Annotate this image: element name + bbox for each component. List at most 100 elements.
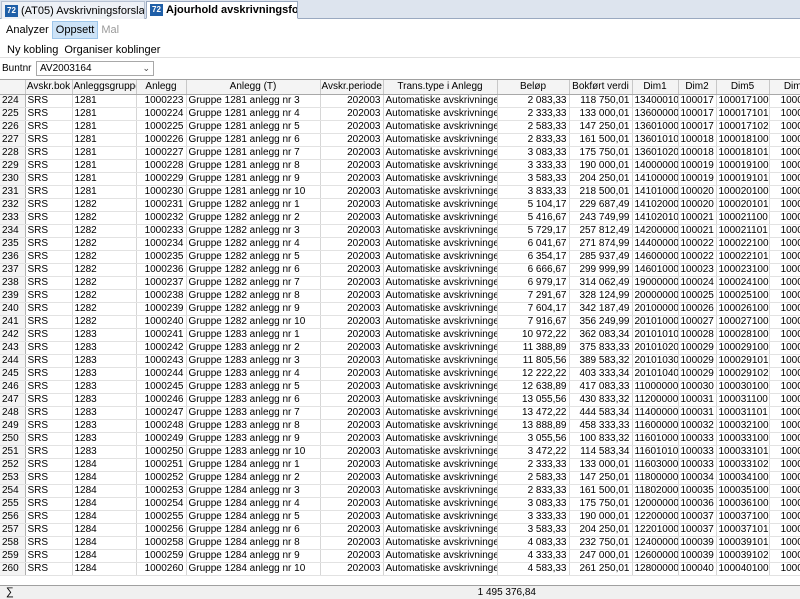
- menu-oppsett[interactable]: Oppsett: [51, 21, 99, 39]
- anlegg-t-cell[interactable]: Gruppe 1283 anlegg nr 7: [186, 406, 321, 420]
- anlegg-cell[interactable]: 1000229: [136, 172, 187, 186]
- belop-cell[interactable]: 2 333,33: [497, 107, 570, 121]
- avskr-bok-cell[interactable]: SRS: [25, 263, 73, 277]
- table-row[interactable]: 230 SRS 1281 1000229 Gruppe 1281 anlegg nr 9…: [0, 172, 800, 186]
- anleggsgruppe-cell[interactable]: 1281: [72, 133, 137, 147]
- avskr-periode-cell[interactable]: 202003: [320, 393, 384, 407]
- row-number[interactable]: 232: [0, 198, 26, 212]
- anlegg-t-cell[interactable]: Gruppe 1282 anlegg nr 2: [186, 211, 321, 225]
- bokfort-verdi-cell[interactable]: 417 083,33: [569, 380, 633, 394]
- anlegg-t-cell[interactable]: Gruppe 1283 anlegg nr 8: [186, 419, 321, 433]
- anlegg-t-cell[interactable]: Gruppe 1284 anlegg nr 6: [186, 523, 321, 537]
- avskr-bok-cell[interactable]: SRS: [25, 159, 73, 173]
- table-row[interactable]: 251 SRS 1283 1000250 Gruppe 1283 anlegg nr 1…: [0, 445, 800, 459]
- dim5-cell[interactable]: 100033100: [716, 432, 770, 446]
- dim2-cell[interactable]: 100021: [678, 211, 717, 225]
- table-row[interactable]: 228 SRS 1281 1000227 Gruppe 1281 anlegg nr 7…: [0, 146, 800, 160]
- anleggsgruppe-cell[interactable]: 1281: [72, 120, 137, 134]
- belop-cell[interactable]: 6 354,17: [497, 250, 570, 264]
- dim6-cell[interactable]: 1000245: [769, 380, 800, 394]
- dim5-cell[interactable]: 100024100: [716, 276, 770, 290]
- avskr-bok-cell[interactable]: SRS: [25, 445, 73, 459]
- dim1-cell[interactable]: 11603000: [632, 458, 679, 472]
- dim2-cell[interactable]: 100028: [678, 328, 717, 342]
- trans-type-cell[interactable]: Automatiske avskrivninger: [383, 445, 498, 459]
- dim6-cell[interactable]: 1000254: [769, 497, 800, 511]
- table-row[interactable]: 236 SRS 1282 1000235 Gruppe 1282 anlegg nr 5…: [0, 250, 800, 264]
- anlegg-cell[interactable]: 1000253: [136, 484, 187, 498]
- anlegg-t-cell[interactable]: Gruppe 1281 anlegg nr 7: [186, 146, 321, 160]
- row-number[interactable]: 243: [0, 341, 26, 355]
- avskr-periode-cell[interactable]: 202003: [320, 471, 384, 485]
- anlegg-t-cell[interactable]: Gruppe 1282 anlegg nr 10: [186, 315, 321, 329]
- dim6-cell[interactable]: 1000238: [769, 289, 800, 303]
- trans-type-cell[interactable]: Automatiske avskrivninger: [383, 328, 498, 342]
- belop-cell[interactable]: 2 833,33: [497, 133, 570, 147]
- anlegg-t-cell[interactable]: Gruppe 1283 anlegg nr 9: [186, 432, 321, 446]
- avskr-bok-cell[interactable]: SRS: [25, 367, 73, 381]
- dim6-cell[interactable]: 1000256: [769, 523, 800, 537]
- bokfort-verdi-cell[interactable]: 299 999,99: [569, 263, 633, 277]
- dim1-cell[interactable]: 20101020: [632, 341, 679, 355]
- trans-type-cell[interactable]: Automatiske avskrivninger: [383, 341, 498, 355]
- dim2-cell[interactable]: 100019: [678, 172, 717, 186]
- trans-type-cell[interactable]: Automatiske avskrivninger: [383, 276, 498, 290]
- dim2-cell[interactable]: 100036: [678, 497, 717, 511]
- row-number[interactable]: 247: [0, 393, 26, 407]
- bokfort-verdi-cell[interactable]: 271 874,99: [569, 237, 633, 251]
- bokfort-verdi-cell[interactable]: 204 250,01: [569, 172, 633, 186]
- dim2-cell[interactable]: 100033: [678, 432, 717, 446]
- anleggsgruppe-cell[interactable]: 1282: [72, 237, 137, 251]
- anleggsgruppe-cell[interactable]: 1283: [72, 393, 137, 407]
- bokfort-verdi-cell[interactable]: 243 749,99: [569, 211, 633, 225]
- belop-cell[interactable]: 12 638,89: [497, 380, 570, 394]
- avskr-periode-cell[interactable]: 202003: [320, 250, 384, 264]
- dim2-cell[interactable]: 100017: [678, 94, 717, 108]
- dim6-cell[interactable]: 1000228: [769, 159, 800, 173]
- trans-type-cell[interactable]: Automatiske avskrivninger: [383, 523, 498, 537]
- belop-cell[interactable]: 13 888,89: [497, 419, 570, 433]
- trans-type-cell[interactable]: Automatiske avskrivninger: [383, 419, 498, 433]
- dim6-cell[interactable]: 1000260: [769, 562, 800, 576]
- dim6-cell[interactable]: 1000235: [769, 250, 800, 264]
- bokfort-verdi-cell[interactable]: 328 124,99: [569, 289, 633, 303]
- table-row[interactable]: 250 SRS 1283 1000249 Gruppe 1283 anlegg nr 9…: [0, 432, 800, 446]
- avskr-bok-cell[interactable]: SRS: [25, 523, 73, 537]
- dim6-cell[interactable]: 1000251: [769, 458, 800, 472]
- bokfort-verdi-cell[interactable]: 389 583,32: [569, 354, 633, 368]
- anlegg-t-cell[interactable]: Gruppe 1283 anlegg nr 4: [186, 367, 321, 381]
- anleggsgruppe-cell[interactable]: 1281: [72, 159, 137, 173]
- row-number[interactable]: 252: [0, 458, 26, 472]
- dim1-cell[interactable]: 11601010: [632, 445, 679, 459]
- dim2-cell[interactable]: 100039: [678, 549, 717, 563]
- dim6-cell[interactable]: 1000232: [769, 211, 800, 225]
- anleggsgruppe-cell[interactable]: 1283: [72, 432, 137, 446]
- dim5-cell[interactable]: 100037100: [716, 510, 770, 524]
- dim5-cell[interactable]: 100025100: [716, 289, 770, 303]
- table-row[interactable]: 239 SRS 1282 1000238 Gruppe 1282 anlegg nr 8…: [0, 289, 800, 303]
- belop-cell[interactable]: 2 083,33: [497, 94, 570, 108]
- dim2-cell[interactable]: 100018: [678, 146, 717, 160]
- dim1-cell[interactable]: 14000000: [632, 159, 679, 173]
- table-row[interactable]: 252 SRS 1284 1000251 Gruppe 1284 anlegg nr 1…: [0, 458, 800, 472]
- trans-type-cell[interactable]: Automatiske avskrivninger: [383, 393, 498, 407]
- dim1-cell[interactable]: 14100000: [632, 172, 679, 186]
- dim1-cell[interactable]: 13400010: [632, 94, 679, 108]
- avskr-periode-cell[interactable]: 202003: [320, 185, 384, 199]
- table-row[interactable]: 249 SRS 1283 1000248 Gruppe 1283 anlegg nr 8…: [0, 419, 800, 433]
- anleggsgruppe-cell[interactable]: 1283: [72, 419, 137, 433]
- table-row[interactable]: 234 SRS 1282 1000233 Gruppe 1282 anlegg nr 3…: [0, 224, 800, 238]
- trans-type-cell[interactable]: Automatiske avskrivninger: [383, 367, 498, 381]
- dim1-cell[interactable]: 14101000: [632, 185, 679, 199]
- dim1-cell[interactable]: 11802000: [632, 484, 679, 498]
- belop-cell[interactable]: 3 583,33: [497, 172, 570, 186]
- belop-cell[interactable]: 11 805,56: [497, 354, 570, 368]
- belop-cell[interactable]: 2 333,33: [497, 458, 570, 472]
- row-number[interactable]: 229: [0, 159, 26, 173]
- dim5-cell[interactable]: 100029102: [716, 367, 770, 381]
- row-number[interactable]: 240: [0, 302, 26, 316]
- anleggsgruppe-cell[interactable]: 1282: [72, 302, 137, 316]
- avskr-periode-cell[interactable]: 202003: [320, 94, 384, 108]
- anleggsgruppe-cell[interactable]: 1284: [72, 458, 137, 472]
- table-row[interactable]: 253 SRS 1284 1000252 Gruppe 1284 anlegg nr 2…: [0, 471, 800, 485]
